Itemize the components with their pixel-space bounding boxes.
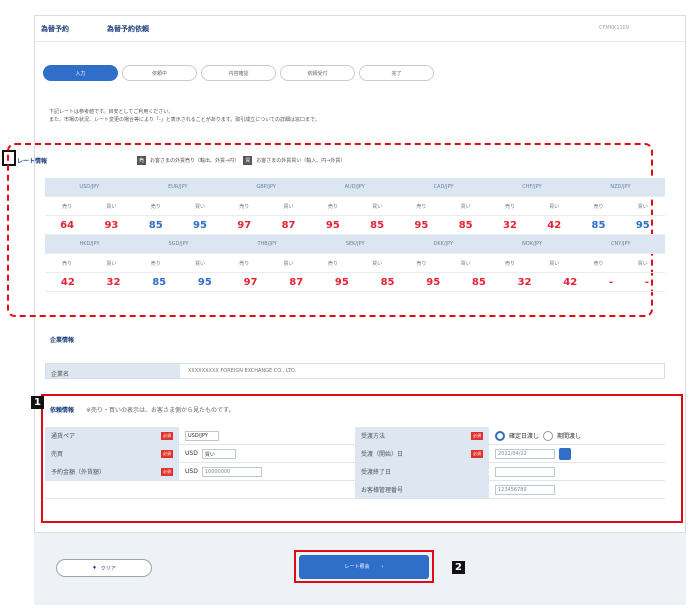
marker-1: 1 xyxy=(31,396,44,409)
rate-legend: 売お客さまの外貨売り（輸出、外貨→円） 買お客さまの外貨買い（輸入、円→外貨） xyxy=(137,156,346,165)
customer-ref-input[interactable]: 123456789 xyxy=(495,484,555,495)
company-section-title: 企業情報 xyxy=(50,337,75,344)
buy-mark: 買 xyxy=(243,156,253,165)
fixed-date-radio[interactable] xyxy=(495,430,505,441)
amount-input[interactable]: 10000000 xyxy=(201,466,262,477)
currency-pair-select[interactable]: USD/JPY xyxy=(185,430,219,441)
order-form: 通貨ペア 必須 USD/JPY 受渡方法 必須 確定日渡し 期間渡し 売買 必須 USD… xyxy=(45,427,665,499)
calendar-icon[interactable] xyxy=(559,447,571,460)
period-radio[interactable] xyxy=(543,430,554,441)
order-section-title: 依頼情報 ※売り・買いの表示は、お客さま側から見たものです。 xyxy=(50,407,235,414)
breadcrumb: 為替予約 xyxy=(41,25,69,33)
rate-section-header: レート情報 xyxy=(17,158,48,165)
buy-sell-select[interactable]: 買い xyxy=(201,448,236,459)
company-row: 企業名 XXXXXXXXX FOREIGN EXCHANGE CO., LTD. xyxy=(45,363,665,379)
sell-mark: 売 xyxy=(137,156,147,165)
screen-code: CFMKK1109 xyxy=(599,25,629,31)
step-complete: 完了 xyxy=(359,65,434,81)
step-request: 依頼中 xyxy=(122,65,197,81)
step-confirm: 内容確認 xyxy=(201,65,276,81)
delivery-date-input[interactable]: 2022/04/22 xyxy=(495,448,555,459)
step-accept: 依頼受付 xyxy=(280,65,355,81)
rate-inquiry-button[interactable]: レート照会 › xyxy=(299,554,429,579)
page-header: 為替予約 為替予約依頼 CFMKK1109 xyxy=(35,16,685,42)
page-title: 為替予約依頼 xyxy=(107,25,149,33)
step-input: 入力 xyxy=(43,65,118,81)
notice-text: 下記レートは参考値です。目安としてご利用ください。 また、市場の状況、レート変更… xyxy=(49,109,320,123)
rate-table: USD/JPY EUR/JPY GBP/JPY AUD/JPY CAD/JPY CHF/J… xyxy=(45,178,665,292)
progress-steps: 入力 依頼中 内容確認 依頼受付 完了 xyxy=(43,65,438,81)
clear-button[interactable]: ♦ クリア xyxy=(56,559,152,577)
rate-inquiry-highlight: レート照会 › xyxy=(294,550,434,583)
marker-2: 2 xyxy=(452,561,465,574)
delivery-end-input xyxy=(495,466,555,477)
footer-bar: ♦ クリア レート照会 › xyxy=(34,532,686,605)
